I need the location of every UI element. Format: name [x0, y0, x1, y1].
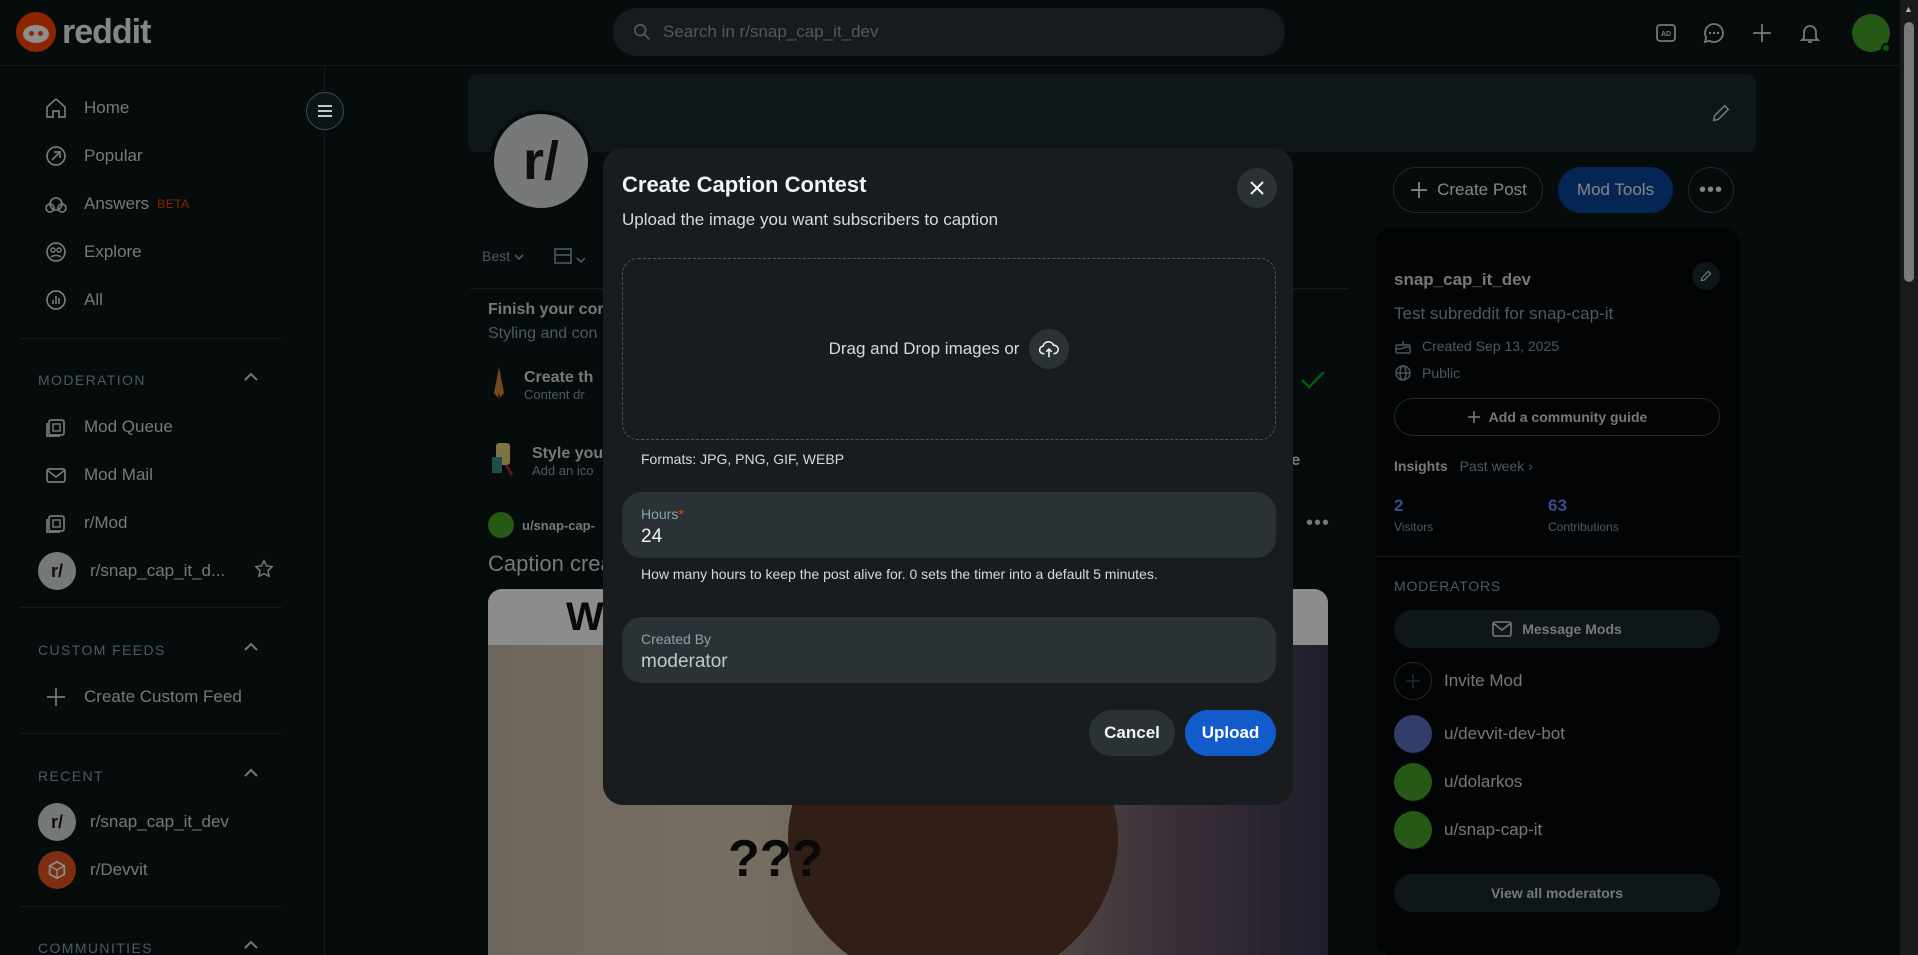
scroll-up-icon[interactable]: ▲	[1904, 4, 1913, 14]
upload-icon	[1039, 341, 1060, 358]
scrollbar-thumb[interactable]	[1904, 22, 1914, 282]
dialog-title: Create Caption Contest	[622, 172, 867, 197]
created-by-field[interactable]: Created By	[622, 617, 1276, 683]
sidebar-toggle-button[interactable]	[306, 92, 344, 130]
formats-hint: Formats: JPG, PNG, GIF, WEBP	[641, 451, 845, 467]
created-by-label: Created By	[641, 631, 712, 647]
created-by-input[interactable]	[641, 651, 1241, 673]
menu-icon	[318, 105, 332, 117]
cancel-button[interactable]: Cancel	[1089, 710, 1175, 756]
create-caption-contest-dialog: Create Caption Contest Upload the image …	[603, 148, 1293, 805]
required-marker: *	[678, 506, 684, 522]
hours-label: Hours*	[641, 506, 684, 522]
close-icon	[1250, 181, 1264, 195]
hours-input[interactable]	[641, 526, 1241, 548]
image-dropzone[interactable]: Drag and Drop images or	[622, 258, 1276, 440]
page-scrollbar[interactable]: ▲	[1900, 0, 1918, 955]
dropzone-text: Drag and Drop images or	[828, 339, 1020, 358]
hours-helper-text: How many hours to keep the post alive fo…	[641, 566, 1158, 582]
hours-field[interactable]: Hours*	[622, 492, 1276, 558]
close-button[interactable]	[1237, 168, 1277, 208]
upload-button[interactable]: Upload	[1185, 710, 1276, 756]
upload-image-button[interactable]	[1029, 329, 1070, 369]
dialog-subtitle: Upload the image you want subscribers to…	[622, 210, 999, 229]
